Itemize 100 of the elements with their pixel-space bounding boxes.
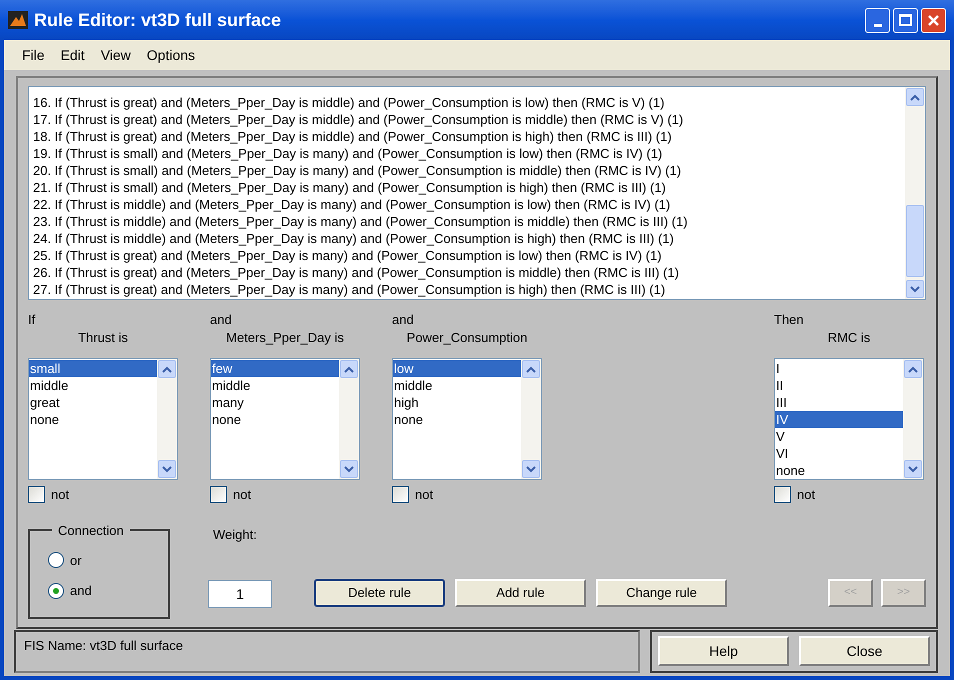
chevron-down-icon [908, 466, 918, 472]
variable-listbox[interactable]: few middle many none [210, 358, 360, 480]
variable-listbox[interactable]: small middle great none [28, 358, 178, 480]
rule-row[interactable]: 26. If (Thrust is great) and (Meters_Pper_Day is many) and (Power_Consumption is middle) then (RMC is III) (1) [33, 264, 905, 281]
list-item[interactable]: none [393, 411, 521, 428]
menu-item[interactable]: Edit [52, 44, 93, 66]
not-label: not [51, 486, 70, 504]
list-item[interactable]: small [29, 360, 157, 377]
scroll-down-button[interactable] [906, 280, 924, 298]
rule-row[interactable]: 18. If (Thrust is great) and (Meters_Pper_Day is middle) and (Power_Consumption is high) then (RMC is III) (1) [33, 128, 905, 145]
scroll-up-button[interactable] [158, 360, 176, 378]
scroll-down-button[interactable] [158, 460, 176, 478]
rule-row[interactable]: 25. If (Thrust is great) and (Meters_Pper_Day is many) and (Power_Consumption is low) then (RMC is IV) (1) [33, 247, 905, 264]
column-prefix: and [210, 311, 233, 328]
menu-item[interactable]: View [92, 44, 139, 66]
scroll-thumb[interactable] [906, 205, 924, 277]
chevron-up-icon [344, 366, 354, 372]
radio-button[interactable] [48, 582, 64, 599]
rule-row[interactable]: 23. If (Thrust is middle) and (Meters_Pper_Day is many) and (Power_Consumption is middle) then (RMC is III) (1) [33, 213, 905, 230]
chevron-up-icon [908, 366, 918, 372]
chevron-down-icon [910, 286, 920, 292]
rule-list[interactable] [28, 86, 926, 300]
rule-row[interactable]: 20. If (Thrust is small) and (Meters_Pper_Day is many) and (Power_Consumption is middle) then (RMC is IV) (1) [33, 162, 905, 179]
app-icon [8, 11, 28, 29]
list-item[interactable]: middle [211, 377, 339, 394]
dialog-button[interactable]: Help [658, 636, 789, 666]
list-item[interactable]: none [211, 411, 339, 428]
list-item[interactable]: middle [29, 377, 157, 394]
scrollbar[interactable] [157, 359, 177, 479]
list-item[interactable]: none [29, 411, 157, 428]
variable-label: Thrust is [78, 329, 128, 347]
rule-row[interactable]: 27. If (Thrust is great) and (Meters_Pper_Day is many) and (Power_Consumption is high) then (RMC is III) (1) [33, 281, 905, 298]
list-item[interactable]: high [393, 394, 521, 411]
not-label: not [797, 486, 816, 504]
list-item[interactable]: V [775, 428, 903, 445]
chevron-up-icon [526, 366, 536, 372]
column-prefix: If [28, 311, 36, 328]
list-item[interactable]: I [775, 360, 903, 377]
scrollbar[interactable] [905, 87, 925, 299]
variable-listbox[interactable]: I II III IV V VI none [774, 358, 924, 480]
fis-name-text: FIS Name: vt3D full surface [24, 638, 183, 652]
menu-item[interactable]: Options [138, 44, 204, 66]
column-prefix: Then [774, 311, 805, 328]
weight-field[interactable]: 1 [208, 580, 272, 608]
scroll-up-button[interactable] [904, 360, 922, 378]
list-item[interactable]: none [775, 462, 903, 479]
not-checkbox[interactable] [392, 486, 409, 504]
list-item[interactable]: VI [775, 445, 903, 462]
scroll-down-button[interactable] [522, 460, 540, 478]
chevron-up-icon [162, 366, 172, 372]
column-prefix: and [392, 311, 415, 328]
close-icon [927, 14, 940, 26]
rule-row[interactable]: 19. If (Thrust is small) and (Meters_Pper_Day is many) and (Power_Consumption is low) then (RMC is IV) (1) [33, 145, 905, 162]
not-label: not [415, 486, 434, 504]
maximize-icon [899, 14, 912, 26]
list-item[interactable]: low [393, 360, 521, 377]
list-item[interactable]: III [775, 394, 903, 411]
scrollbar[interactable] [903, 359, 923, 479]
list-item[interactable]: II [775, 377, 903, 394]
not-checkbox[interactable] [774, 486, 791, 504]
minimize-icon [874, 24, 882, 26]
variable-listbox[interactable]: low middle high none [392, 358, 542, 480]
maximize-button[interactable] [893, 8, 918, 32]
not-label: not [233, 486, 252, 504]
not-checkbox[interactable] [210, 486, 227, 504]
scroll-up-button[interactable] [906, 88, 924, 106]
action-button[interactable]: Add rule [455, 578, 586, 606]
radio-label: and [70, 582, 92, 600]
scrollbar[interactable] [521, 359, 541, 479]
dialog-button[interactable]: Close [799, 636, 930, 666]
chevron-down-icon [526, 466, 536, 472]
rule-row[interactable]: 17. If (Thrust is great) and (Meters_Pper_Day is middle) and (Power_Consumption is middle) then (RMC is V) (1) [33, 111, 905, 128]
variable-label: Meters_Pper_Day is [226, 329, 344, 347]
rule-row[interactable]: 22. If (Thrust is middle) and (Meters_Pper_Day is many) and (Power_Consumption is low) then (RMC is IV) (1) [33, 196, 905, 213]
list-item[interactable]: few [211, 360, 339, 377]
radio-label: or [70, 552, 82, 570]
scrollbar[interactable] [339, 359, 359, 479]
action-button[interactable]: Change rule [596, 578, 727, 606]
list-item[interactable]: middle [393, 377, 521, 394]
variable-label: RMC is [828, 329, 870, 347]
scroll-down-button[interactable] [904, 460, 922, 478]
chevron-down-icon [162, 466, 172, 472]
close-button[interactable] [921, 8, 946, 32]
list-item[interactable]: IV [775, 411, 903, 428]
rule-row[interactable]: 21. If (Thrust is small) and (Meters_Pper_Day is many) and (Power_Consumption is high) then (RMC is III) (1) [33, 179, 905, 196]
list-item[interactable]: great [29, 394, 157, 411]
action-button[interactable]: Delete rule [314, 578, 445, 606]
scroll-down-button[interactable] [340, 460, 358, 478]
menu-item[interactable]: File [14, 44, 53, 66]
rule-row[interactable]: 24. If (Thrust is middle) and (Meters_Pper_Day is many) and (Power_Consumption is high) then (RMC is III) (1) [33, 230, 905, 247]
radio-button[interactable] [48, 552, 64, 568]
chevron-up-icon [910, 94, 920, 100]
not-checkbox[interactable] [28, 486, 45, 504]
weight-label: Weight: [213, 526, 258, 544]
scroll-up-button[interactable] [522, 360, 540, 378]
window-title: Rule Editor: vt3D full surface [34, 8, 282, 32]
list-item[interactable]: many [211, 394, 339, 411]
minimize-button[interactable] [865, 8, 890, 32]
scroll-up-button[interactable] [340, 360, 358, 378]
rule-row[interactable]: 16. If (Thrust is great) and (Meters_Pper_Day is middle) and (Power_Consumption is low) then (RMC is V) (1) [33, 94, 905, 111]
